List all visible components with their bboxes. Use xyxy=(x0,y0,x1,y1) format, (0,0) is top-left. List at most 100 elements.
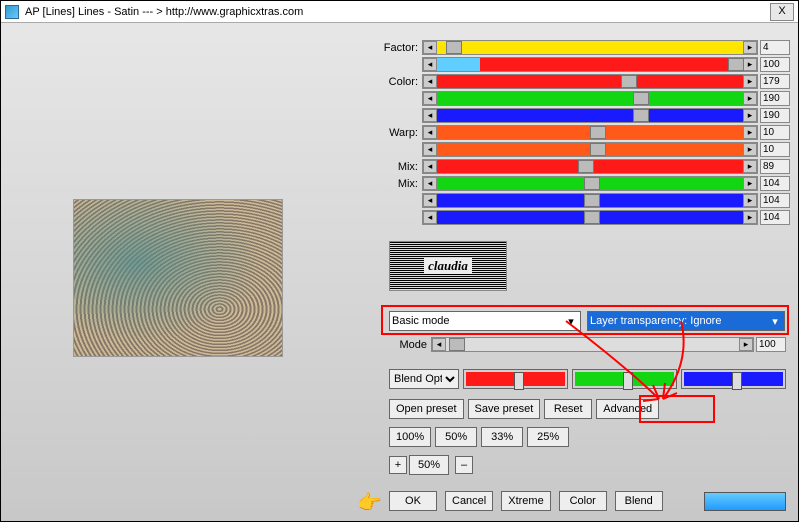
blend-option-select[interactable]: Blend Opti xyxy=(389,369,459,389)
slider-value[interactable]: 4 xyxy=(760,40,790,55)
arrow-right-icon[interactable]: ▸ xyxy=(743,211,757,224)
slider-scrollbar[interactable]: ◂▸ xyxy=(422,57,758,72)
slider-value[interactable]: 10 xyxy=(760,142,790,157)
pointer-icon: 👉 xyxy=(357,490,382,515)
blend-row: Blend Opti xyxy=(389,369,786,389)
arrow-right-icon[interactable]: ▸ xyxy=(743,92,757,105)
basic-mode-combo[interactable]: Basic mode ▾ xyxy=(389,311,581,331)
color-swatch[interactable] xyxy=(704,492,786,511)
arrow-left-icon[interactable]: ◂ xyxy=(423,41,437,54)
arrow-right-icon[interactable]: ▸ xyxy=(743,58,757,71)
red-blend-slider[interactable] xyxy=(463,369,568,389)
slider-scrollbar[interactable]: ◂▸ xyxy=(422,159,758,174)
window-title: AP [Lines] Lines - Satin --- > http://ww… xyxy=(25,6,770,18)
xtreme-button[interactable]: Xtreme xyxy=(501,491,550,511)
advanced-highlight-box xyxy=(639,395,715,423)
close-button[interactable]: X xyxy=(770,3,794,21)
zoom-value[interactable]: 50% xyxy=(409,455,449,475)
slider-scrollbar[interactable]: ◂▸ xyxy=(422,176,758,191)
green-blend-slider[interactable] xyxy=(572,369,677,389)
reset-button[interactable]: Reset xyxy=(544,399,592,419)
basic-mode-label: Basic mode xyxy=(392,315,449,327)
arrow-right-icon[interactable]: ▸ xyxy=(743,143,757,156)
slider-scrollbar[interactable]: ◂▸ xyxy=(422,108,758,123)
arrow-right-icon[interactable]: ▸ xyxy=(743,194,757,207)
arrow-right-icon[interactable]: ▸ xyxy=(743,126,757,139)
arrow-right-icon[interactable]: ▸ xyxy=(743,75,757,88)
sliders-panel: Factor:◂▸4◂▸100Color:◂▸179◂▸190◂▸190Warp… xyxy=(380,39,790,226)
arrow-right-icon[interactable]: ▸ xyxy=(743,109,757,122)
arrow-left-icon[interactable]: ◂ xyxy=(423,126,437,139)
slider-label: Warp: xyxy=(380,127,422,139)
ok-button[interactable]: OK xyxy=(389,491,437,511)
arrow-left-icon[interactable]: ◂ xyxy=(423,92,437,105)
zoom-in-button[interactable]: + xyxy=(389,456,407,474)
slider-value[interactable]: 104 xyxy=(760,210,790,225)
slider-value[interactable]: 89 xyxy=(760,159,790,174)
slider-row: Color:◂▸179 xyxy=(380,73,790,90)
open-preset-button[interactable]: Open preset xyxy=(389,399,464,419)
color-button[interactable]: Color xyxy=(559,491,607,511)
arrow-left-icon[interactable]: ◂ xyxy=(423,75,437,88)
mode-slider-row: Mode ◂ ▸ 100 xyxy=(389,337,786,352)
chevron-down-icon: ▾ xyxy=(768,315,782,328)
mode-value[interactable]: 100 xyxy=(756,337,786,352)
arrow-left-icon[interactable]: ◂ xyxy=(423,109,437,122)
slider-scrollbar[interactable]: ◂▸ xyxy=(422,125,758,140)
blue-blend-slider[interactable] xyxy=(681,369,786,389)
percent-row: 100%50%33%25% xyxy=(389,427,573,447)
slider-row: Mix:◂▸89 xyxy=(380,158,790,175)
mode-label: Mode xyxy=(389,339,431,351)
arrow-right-icon[interactable]: ▸ xyxy=(743,41,757,54)
arrow-left-icon[interactable]: ◂ xyxy=(423,194,437,207)
percent-button[interactable]: 25% xyxy=(527,427,569,447)
save-preset-button[interactable]: Save preset xyxy=(468,399,541,419)
percent-button[interactable]: 33% xyxy=(481,427,523,447)
chevron-down-icon: ▾ xyxy=(564,315,578,328)
slider-label: Mix: xyxy=(380,178,422,190)
slider-value[interactable]: 190 xyxy=(760,108,790,123)
slider-value[interactable]: 104 xyxy=(760,193,790,208)
cancel-button[interactable]: Cancel xyxy=(445,491,493,511)
slider-row: ◂▸100 xyxy=(380,56,790,73)
slider-scrollbar[interactable]: ◂▸ xyxy=(422,193,758,208)
arrow-right-icon[interactable]: ▸ xyxy=(743,177,757,190)
blend-button[interactable]: Blend xyxy=(615,491,663,511)
slider-scrollbar[interactable]: ◂▸ xyxy=(422,91,758,106)
slider-value[interactable]: 104 xyxy=(760,176,790,191)
slider-scrollbar[interactable]: ◂▸ xyxy=(422,40,758,55)
arrow-right-icon[interactable]: ▸ xyxy=(739,338,753,351)
layer-transparency-combo[interactable]: Layer transparency: Ignore ▾ xyxy=(587,311,785,331)
zoom-out-button[interactable]: – xyxy=(455,456,473,474)
slider-row: ◂▸10 xyxy=(380,141,790,158)
slider-row: ◂▸104 xyxy=(380,192,790,209)
slider-value[interactable]: 179 xyxy=(760,74,790,89)
slider-value[interactable]: 100 xyxy=(760,57,790,72)
slider-value[interactable]: 10 xyxy=(760,125,790,140)
arrow-left-icon[interactable]: ◂ xyxy=(423,211,437,224)
preview-image xyxy=(73,199,283,357)
slider-scrollbar[interactable]: ◂▸ xyxy=(422,210,758,225)
slider-row: Warp:◂▸10 xyxy=(380,124,790,141)
slider-value[interactable]: 190 xyxy=(760,91,790,106)
arrow-left-icon[interactable]: ◂ xyxy=(432,338,446,351)
arrow-left-icon[interactable]: ◂ xyxy=(423,58,437,71)
arrow-right-icon[interactable]: ▸ xyxy=(743,160,757,173)
slider-row: ◂▸190 xyxy=(380,107,790,124)
bottom-button-row: OK Cancel Xtreme Color Blend xyxy=(389,491,786,511)
app-icon xyxy=(5,5,19,19)
arrow-left-icon[interactable]: ◂ xyxy=(423,160,437,173)
arrow-left-icon[interactable]: ◂ xyxy=(423,177,437,190)
slider-row: Mix:◂▸104 xyxy=(380,175,790,192)
preset-row: Open preset Save preset Reset Advanced xyxy=(389,399,663,419)
titlebar: AP [Lines] Lines - Satin --- > http://ww… xyxy=(1,1,798,23)
slider-row: ◂▸104 xyxy=(380,209,790,226)
percent-button[interactable]: 50% xyxy=(435,427,477,447)
slider-row: ◂▸190 xyxy=(380,90,790,107)
percent-button[interactable]: 100% xyxy=(389,427,431,447)
mode-scrollbar[interactable]: ◂ ▸ xyxy=(431,337,754,352)
arrow-left-icon[interactable]: ◂ xyxy=(423,143,437,156)
slider-scrollbar[interactable]: ◂▸ xyxy=(422,74,758,89)
slider-scrollbar[interactable]: ◂▸ xyxy=(422,142,758,157)
dialog-window: AP [Lines] Lines - Satin --- > http://ww… xyxy=(0,0,799,522)
